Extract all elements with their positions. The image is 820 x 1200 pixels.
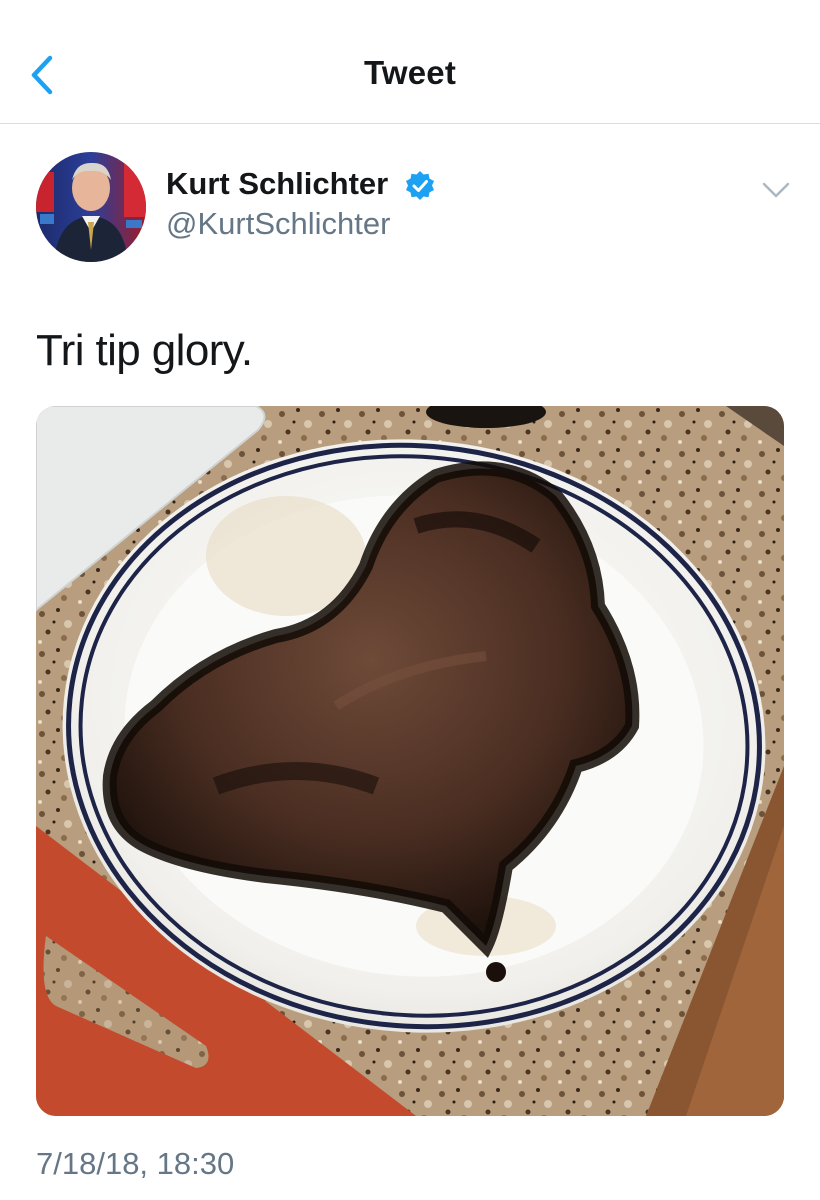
author-name[interactable]: Kurt Schlichter bbox=[166, 166, 388, 202]
tweet-text: Tri tip glory. bbox=[36, 326, 253, 375]
verified-badge-icon bbox=[404, 170, 436, 202]
avatar[interactable] bbox=[36, 152, 146, 262]
page-title: Tweet bbox=[363, 54, 457, 91]
tweet-photo[interactable] bbox=[36, 406, 784, 1116]
tweet-menu-button[interactable] bbox=[760, 176, 792, 206]
tweet-timestamp: 7/18/18, 18:30 bbox=[36, 1146, 235, 1181]
steak-on-plate-image bbox=[36, 406, 784, 1116]
author-handle[interactable]: @KurtSchlichter bbox=[166, 206, 390, 242]
author-photo bbox=[36, 152, 146, 262]
chevron-down-icon bbox=[762, 182, 790, 198]
top-nav-bar: Tweet bbox=[0, 0, 820, 124]
